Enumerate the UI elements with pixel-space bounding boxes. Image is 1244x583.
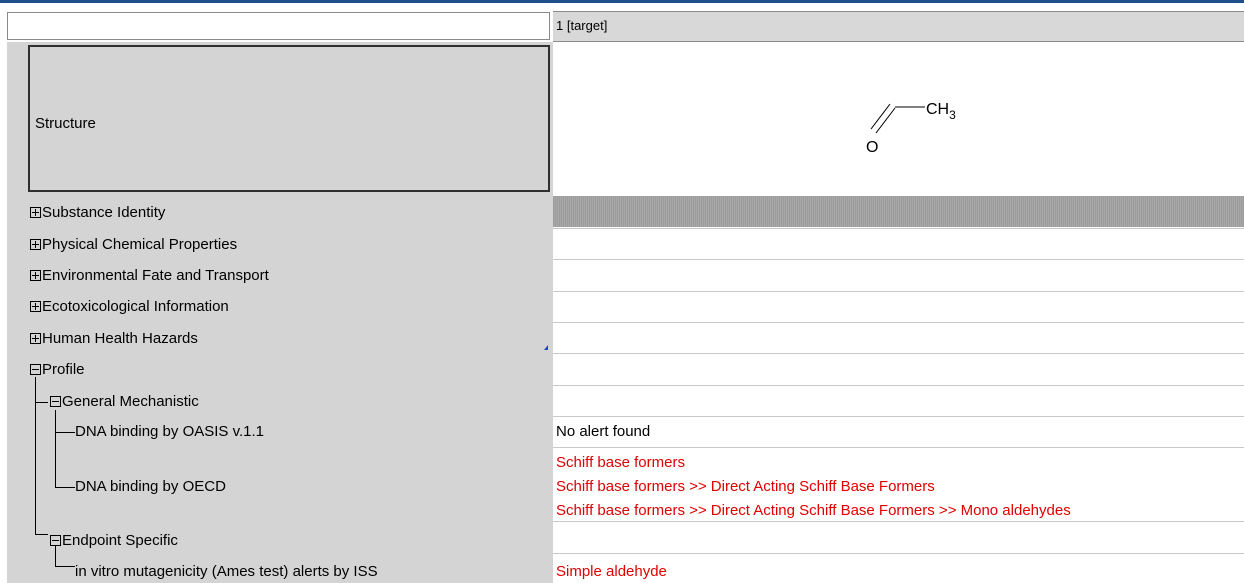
tree-node-label: Ecotoxicological Information [42, 298, 229, 315]
tree-connector [35, 377, 36, 535]
value-dna-oecd-line-2[interactable]: Schiff base formers >> Direct Acting Sch… [556, 478, 935, 496]
tree-node-profile[interactable]: Profile [30, 361, 85, 379]
tree-node-general-mechanistic[interactable]: General Mechanistic [50, 393, 199, 411]
tree-node-dna-oasis[interactable]: DNA binding by OASIS v.1.1 [75, 423, 264, 441]
acetaldehyde-structure: O CH3 [866, 101, 956, 156]
tree-node-env-fate[interactable]: Environmental Fate and Transport [30, 267, 269, 285]
expand-icon[interactable] [30, 238, 41, 250]
tree-node-label: Physical Chemical Properties [42, 236, 238, 253]
tree-node-label: DNA binding by OECD [75, 478, 226, 495]
tree-node-label: Endpoint Specific [62, 532, 178, 549]
value-dna-oecd-line-3[interactable]: Schiff base formers >> Direct Acting Sch… [556, 502, 1071, 520]
expand-icon[interactable] [30, 332, 41, 344]
value-dna-oasis[interactable]: No alert found [556, 423, 650, 441]
expand-icon[interactable] [30, 206, 41, 218]
tree-node-endpoint-specific[interactable]: Endpoint Specific [50, 532, 178, 550]
row-divider [553, 447, 1244, 448]
tree-connector [35, 402, 48, 403]
row-divider [553, 228, 1244, 229]
structure-row-header[interactable] [28, 45, 550, 192]
tree-node-substance-identity[interactable]: Substance Identity [30, 204, 165, 222]
tree-node-label: DNA binding by OASIS v.1.1 [75, 423, 264, 440]
row-divider [553, 553, 1244, 554]
tree-connector [55, 410, 56, 487]
tree-node-phys-chem[interactable]: Physical Chemical Properties [30, 236, 237, 254]
tree-connector [55, 487, 75, 488]
column-header-target[interactable]: 1 [target] [553, 11, 1244, 42]
collapse-icon[interactable] [50, 534, 61, 546]
methyl-subscript: 3 [949, 108, 956, 122]
tree-node-label: General Mechanistic [62, 393, 199, 410]
tree-node-label: Substance Identity [42, 204, 166, 221]
row-divider [553, 259, 1244, 260]
oxygen-atom-label: O [866, 139, 878, 156]
header-corner-cell [7, 12, 550, 40]
collapse-icon[interactable] [50, 395, 61, 407]
expand-icon[interactable] [30, 300, 41, 312]
tree-node-human-health[interactable]: Human Health Hazards [30, 330, 198, 348]
resize-marker-icon [544, 345, 548, 350]
tree-connector [55, 566, 75, 567]
value-dna-oecd-line-1[interactable]: Schiff base formers [556, 454, 685, 472]
tree-node-label: Environmental Fate and Transport [42, 267, 269, 284]
collapse-icon[interactable] [30, 363, 41, 375]
row-divider [553, 353, 1244, 354]
structure-label: Structure [35, 115, 96, 132]
tree-node-label: Profile [42, 361, 85, 378]
tree-node-ecotox[interactable]: Ecotoxicological Information [30, 298, 229, 316]
expand-icon[interactable] [30, 269, 41, 281]
tree-node-ames-iss[interactable]: in vitro mutagenicity (Ames test) alerts… [75, 563, 378, 581]
methyl-label: CH [926, 101, 949, 118]
row-divider [553, 521, 1244, 522]
tree-node-label: Human Health Hazards [42, 330, 198, 347]
window-top-border [0, 0, 1244, 3]
structure-cell[interactable]: O CH3 [553, 45, 1244, 192]
row-divider [553, 416, 1244, 417]
row-divider [553, 385, 1244, 386]
tree-connector [35, 534, 48, 535]
tree-node-label: in vitro mutagenicity (Ames test) alerts… [75, 563, 378, 580]
row-divider [553, 291, 1244, 292]
svg-text:CH3: CH3 [926, 101, 956, 122]
substance-identity-value-cell[interactable] [553, 196, 1244, 227]
value-ames-iss[interactable]: Simple aldehyde [556, 563, 667, 581]
tree-connector [55, 432, 75, 433]
row-divider [553, 322, 1244, 323]
tree-node-dna-oecd[interactable]: DNA binding by OECD [75, 478, 226, 496]
column-header-label: 1 [target] [556, 18, 608, 33]
